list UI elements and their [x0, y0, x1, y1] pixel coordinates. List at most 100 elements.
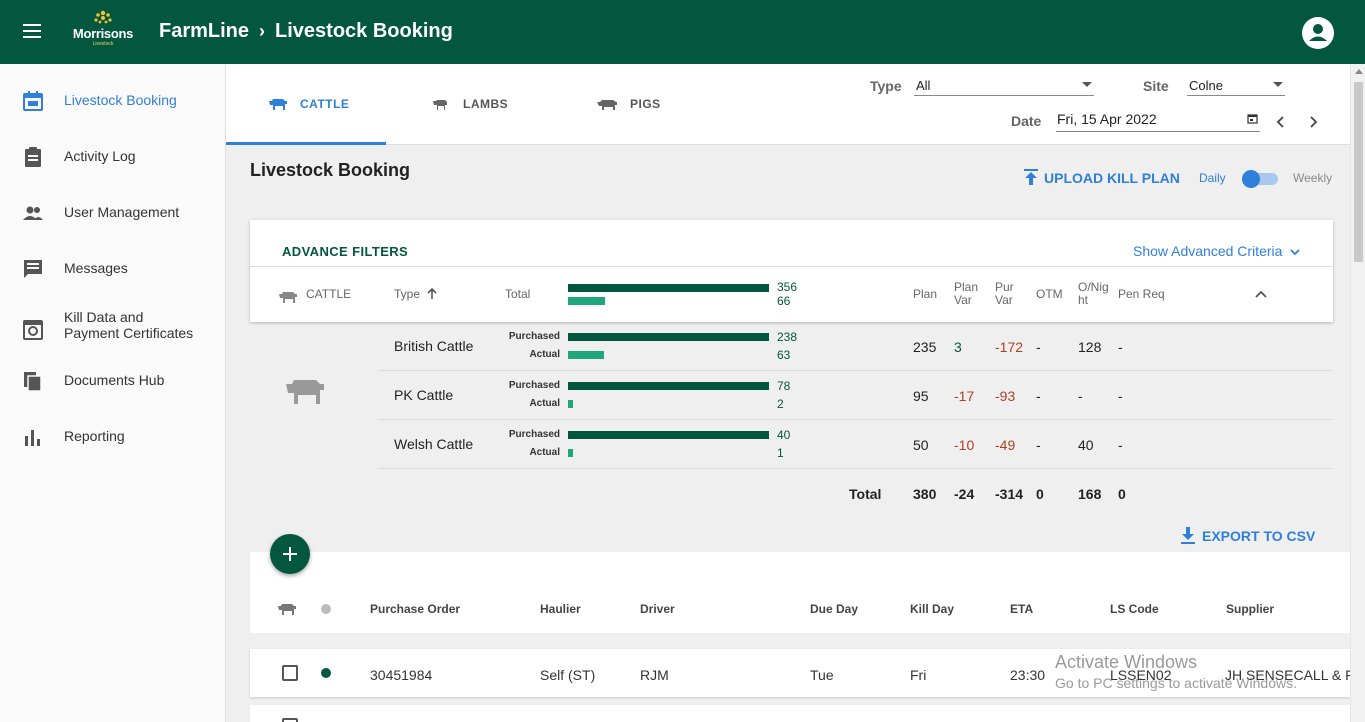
column-header-ls-code[interactable]: LS Code [1110, 602, 1159, 616]
actual-label: Actual [529, 447, 560, 458]
total-actual-value: 66 [777, 294, 791, 308]
column-header-driver[interactable]: Driver [640, 602, 675, 616]
logo-brand-text: Morrisons [72, 26, 134, 41]
header-total: Total [505, 287, 531, 301]
sidebar-item-kill-data[interactable]: Kill Data and Payment Certificates [0, 304, 225, 352]
sidebar-item-label: Documents Hub [64, 372, 165, 388]
column-header-kill-day[interactable]: Kill Day [910, 602, 954, 616]
chevron-up-icon[interactable] [1254, 288, 1268, 300]
total-pur-var: -314 [995, 486, 1024, 502]
header-type[interactable]: Type [394, 288, 437, 301]
total-purchased-value: 356 [777, 280, 798, 294]
advance-filters-title: ADVANCE FILTERS [282, 244, 409, 259]
total-otm: 0 [1036, 486, 1044, 502]
actual-bar [568, 400, 573, 408]
message-icon [24, 260, 42, 278]
plan-value: 50 [913, 437, 929, 453]
type-label: Type [870, 78, 902, 94]
row-type-name: British Cattle [394, 338, 474, 354]
certificate-icon [23, 320, 43, 340]
tab-label: CATTLE [300, 97, 350, 111]
actual-value: 2 [777, 397, 784, 411]
header-plan: Plan [913, 287, 938, 301]
tab-cattle[interactable]: CATTLE [226, 64, 386, 145]
status-dot-header [321, 604, 331, 614]
purchased-value: 78 [777, 379, 791, 393]
column-header-purchase-order[interactable]: Purchase Order [370, 602, 460, 616]
vertical-scrollbar[interactable] [1350, 64, 1365, 722]
sidebar-item-livestock-booking[interactable]: Livestock Booking [0, 80, 225, 120]
scrollbar-thumb[interactable] [1354, 82, 1363, 262]
account-icon[interactable] [1302, 17, 1334, 49]
export-csv-label: EXPORT TO CSV [1202, 528, 1316, 544]
clipboard-icon [25, 147, 41, 167]
menu-icon[interactable] [23, 24, 41, 38]
cell-driver: RJM [640, 667, 669, 683]
show-advanced-criteria-link[interactable]: Show Advanced Criteria [1133, 243, 1301, 259]
date-field[interactable]: Fri, 15 Apr 2022 [1056, 110, 1260, 132]
purchased-bar [568, 431, 769, 439]
header-plan-var: Plan Var [954, 280, 979, 307]
dropdown-arrow-icon [1082, 82, 1092, 87]
type-select[interactable]: All [914, 76, 1094, 96]
row-checkbox[interactable] [282, 718, 298, 722]
export-csv-button[interactable]: EXPORT TO CSV [1180, 527, 1315, 544]
sidebar-item-user-management[interactable]: User Management [0, 192, 225, 232]
actual-bar [568, 449, 573, 457]
advance-filters-card: ADVANCE FILTERS Show Advanced Criteria C… [250, 220, 1333, 322]
plan-var-value: 3 [954, 339, 962, 355]
divider [378, 370, 1333, 371]
active-tab-indicator [226, 142, 386, 145]
pen-req-value: - [1118, 388, 1123, 404]
pur-var-value: -172 [995, 339, 1024, 355]
daily-weekly-toggle[interactable] [1242, 170, 1278, 188]
column-header-haulier[interactable]: Haulier [540, 602, 581, 616]
plan-var-value: -17 [954, 388, 975, 404]
logo-flower-icon [94, 10, 112, 24]
toggle-weekly-label: Weekly [1293, 171, 1333, 185]
breadcrumb-page: Livestock Booking [275, 20, 453, 42]
page-title: Livestock Booking [250, 160, 411, 180]
sidebar-item-messages[interactable]: Messages [0, 248, 225, 288]
column-header-eta[interactable]: ETA [1010, 602, 1033, 616]
pur-var-value: -93 [995, 388, 1016, 404]
tab-lambs[interactable]: LAMBS [386, 64, 546, 145]
pen-req-value: - [1118, 437, 1123, 453]
cattle-icon [278, 604, 296, 615]
next-date-icon[interactable] [1305, 114, 1321, 130]
row-checkbox[interactable] [282, 665, 298, 681]
breadcrumb-app[interactable]: FarmLine [159, 20, 249, 42]
column-header-supplier[interactable]: Supplier [1226, 602, 1274, 616]
previous-date-icon[interactable] [1273, 114, 1289, 130]
column-header-due-day[interactable]: Due Day [810, 602, 858, 616]
sidebar-item-activity-log[interactable]: Activity Log [0, 136, 225, 176]
cell-due-day: Tue [810, 667, 834, 683]
sidebar-item-label: Messages [64, 260, 128, 276]
bar-chart-icon [25, 430, 40, 446]
purchased-bar [568, 382, 769, 390]
watermark-line1: Activate Windows [1055, 652, 1198, 672]
upload-kill-plan-button[interactable]: UPLOAD KILL PLAN [1024, 169, 1180, 186]
add-booking-button[interactable] [270, 534, 310, 574]
sidebar: Livestock Booking Activity Log User Mana… [0, 64, 226, 722]
purchased-label: Purchased [508, 429, 560, 440]
plan-var-value: -10 [954, 437, 975, 453]
tab-label: LAMBS [463, 97, 509, 111]
site-select[interactable]: Colne [1187, 76, 1285, 96]
calendar-icon[interactable] [1247, 113, 1258, 124]
divider [250, 266, 1333, 267]
sidebar-item-documents-hub[interactable]: Documents Hub [0, 360, 225, 400]
scroll-up-icon[interactable] [1355, 69, 1363, 74]
header-otm: OTM [1036, 287, 1063, 301]
sidebar-item-reporting[interactable]: Reporting [0, 416, 225, 456]
plan-value: 95 [913, 388, 929, 404]
table-row[interactable] [250, 705, 1350, 722]
morrisons-logo[interactable]: Morrisons Livestock [70, 10, 136, 54]
species-tabs: CATTLE LAMBS PIGS Type All Site Colne Da… [226, 64, 1350, 145]
cattle-icon [279, 292, 297, 303]
orders-table-header: Purchase Order Haulier Driver Due Day Ki… [250, 552, 1350, 633]
actual-value: 63 [777, 348, 791, 362]
onight-value: 128 [1078, 339, 1102, 355]
total-plan-var: -24 [954, 486, 975, 502]
tab-pigs[interactable]: PIGS [546, 64, 706, 145]
